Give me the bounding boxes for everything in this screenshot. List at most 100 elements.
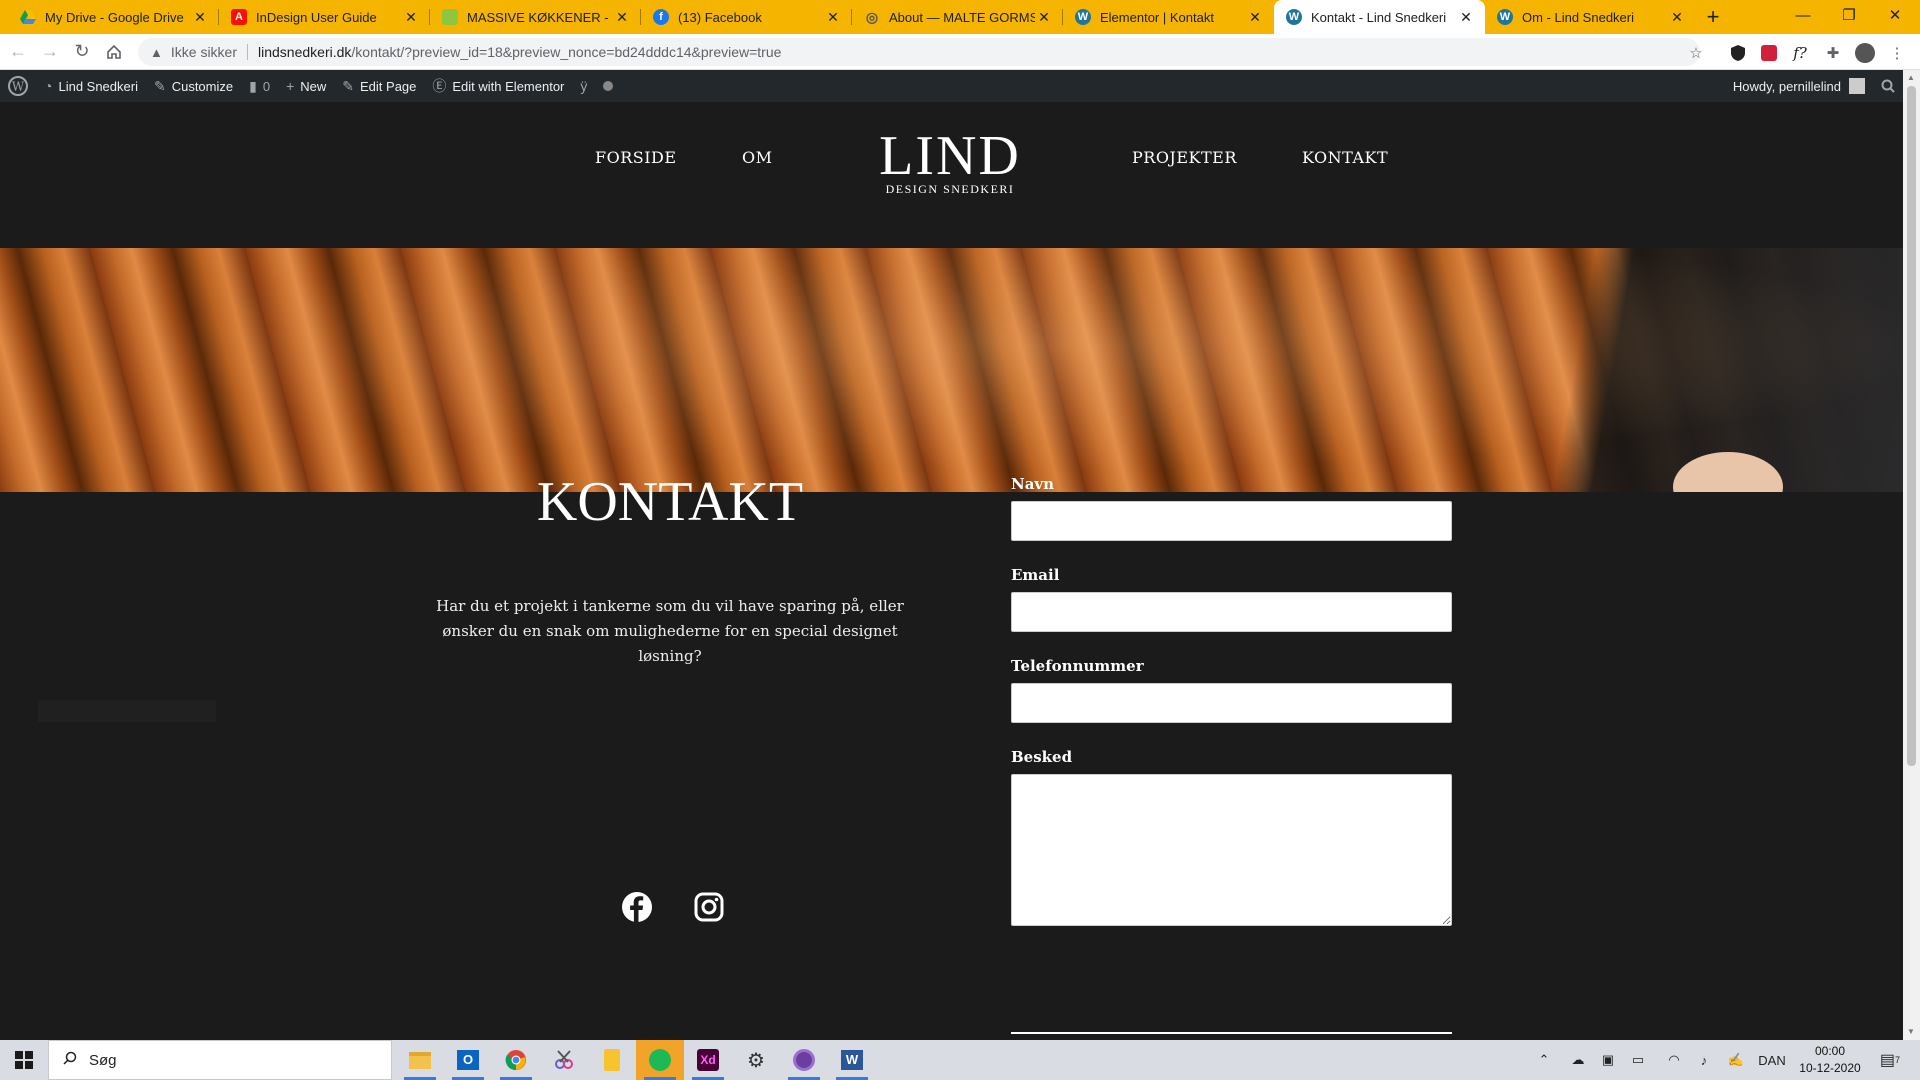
scrollbar-thumb[interactable]	[1907, 86, 1916, 766]
spotify-icon[interactable]	[636, 1040, 684, 1080]
site-logo[interactable]: LIND DESIGN SNEDKERI	[875, 128, 1025, 197]
extensions-puzzle-icon[interactable]: ✚	[1822, 42, 1844, 64]
tab-om-lind-snedkeri[interactable]: W Om - Lind Snedkeri ✕	[1485, 0, 1696, 34]
tab-kontakt-lind-snedkeri[interactable]: W Kontakt - Lind Snedkeri ✕	[1274, 0, 1485, 34]
close-tab-icon[interactable]: ✕	[402, 8, 420, 26]
battery-icon[interactable]: ▭	[1626, 1040, 1650, 1080]
tab-malte-gormsen[interactable]: ◎ About — MALTE GORMSEN ✕	[852, 0, 1063, 34]
yoast-icon[interactable]: ÿ	[572, 70, 595, 102]
onedrive-icon[interactable]: ☁	[1566, 1040, 1590, 1080]
clock-date: 10-12-2020	[1799, 1061, 1861, 1075]
elementor-icon: Ⓔ	[432, 78, 447, 94]
tray-chevron-icon[interactable]: ⌃	[1532, 1040, 1556, 1080]
sticky-notes-icon[interactable]	[588, 1040, 636, 1080]
system-clock[interactable]: 00:00 10-12-2020	[1790, 1043, 1870, 1077]
message-field[interactable]	[1011, 774, 1452, 926]
taskbar-search-placeholder: Søg	[89, 1051, 117, 1069]
tab-title: Om - Lind Snedkeri	[1522, 9, 1634, 25]
close-window-icon[interactable]: ✕	[1872, 0, 1918, 30]
display-icon[interactable]: ▣	[1596, 1040, 1620, 1080]
search-icon	[63, 1051, 77, 1069]
profile-avatar[interactable]	[1854, 42, 1876, 64]
scroll-down-icon[interactable]: ▼	[1907, 1027, 1915, 1036]
forward-icon[interactable]: →	[36, 38, 64, 66]
tab-elementor-kontakt[interactable]: W Elementor | Kontakt ✕	[1063, 0, 1274, 34]
nav-om[interactable]: OM	[742, 148, 773, 167]
name-field[interactable]	[1011, 501, 1452, 541]
wp-customize[interactable]: ✎ Customize	[146, 70, 241, 102]
chrome-menu-icon[interactable]: ⋮	[1886, 42, 1908, 64]
tab-massive-kokkener[interactable]: MASSIVE KØKKENER - Søg ✕	[430, 0, 641, 34]
url-host: lindsnedkeri.dk	[258, 44, 352, 60]
notifications-icon[interactable]: ▤ 7	[1872, 1040, 1908, 1080]
tab-google-drive[interactable]: My Drive - Google Drive ✕	[8, 0, 219, 34]
settings-gear-icon[interactable]: ⚙	[732, 1040, 780, 1080]
snipping-tool-icon[interactable]	[540, 1040, 588, 1080]
purple-app-icon[interactable]	[780, 1040, 828, 1080]
close-tab-icon[interactable]: ✕	[1035, 8, 1053, 26]
globe-icon: ◎	[865, 8, 879, 25]
tab-facebook[interactable]: f (13) Facebook ✕	[641, 0, 852, 34]
address-bar[interactable]: ▲ Ikke sikker lindsnedkeri.dk/kontakt/?p…	[138, 38, 1700, 66]
word-icon[interactable]: W	[828, 1040, 876, 1080]
contact-form: Navn Email Telefonnummer Besked	[1011, 475, 1452, 926]
language-indicator[interactable]: DAN	[1752, 1040, 1792, 1080]
reload-icon[interactable]: ↻	[68, 38, 96, 66]
file-explorer-icon[interactable]	[396, 1040, 444, 1080]
wp-account[interactable]: Howdy, pernillelind	[1725, 70, 1873, 102]
phone-label: Telefonnummer	[1011, 657, 1144, 675]
red-extension-icon[interactable]	[1758, 42, 1780, 64]
wifi-icon[interactable]: ◠	[1662, 1040, 1686, 1080]
bookmark-star-icon[interactable]: ☆	[1685, 42, 1707, 64]
volume-icon[interactable]: ♪	[1692, 1040, 1716, 1080]
site-header: FORSIDE OM LIND DESIGN SNEDKERI PROJEKTE…	[0, 102, 1903, 248]
page-scrollbar[interactable]: ▲ ▼	[1903, 70, 1920, 1040]
wp-customize-label: Customize	[171, 78, 234, 94]
wp-site-name[interactable]: ◔ Lind Snedkeri	[36, 70, 146, 102]
warning-icon[interactable]: ▲	[150, 45, 163, 60]
font-extension-icon[interactable]: f?	[1789, 42, 1811, 64]
phone-field[interactable]	[1011, 683, 1452, 723]
wp-search-icon[interactable]	[1873, 70, 1903, 102]
wp-new[interactable]: + New	[278, 70, 334, 102]
chrome-icon[interactable]	[492, 1040, 540, 1080]
tab-indesign[interactable]: A InDesign User Guide ✕	[219, 0, 430, 34]
nav-kontakt[interactable]: KONTAKT	[1302, 148, 1388, 167]
wp-site-name-label: Lind Snedkeri	[58, 78, 138, 94]
minimize-icon[interactable]: —	[1780, 0, 1826, 30]
taskbar-search[interactable]: Søg	[48, 1040, 392, 1080]
name-label: Navn	[1011, 475, 1055, 493]
outlook-icon[interactable]: O	[444, 1040, 492, 1080]
close-tab-icon[interactable]: ✕	[191, 8, 209, 26]
close-tab-icon[interactable]: ✕	[1668, 8, 1686, 26]
windows-start-icon[interactable]	[0, 1040, 48, 1080]
close-tab-icon[interactable]: ✕	[613, 8, 631, 26]
home-icon[interactable]	[100, 38, 128, 66]
green-square-icon	[442, 9, 458, 25]
nav-projekter[interactable]: PROJEKTER	[1132, 148, 1237, 167]
facebook-icon[interactable]	[620, 890, 654, 924]
close-tab-icon[interactable]: ✕	[824, 8, 842, 26]
close-tab-icon[interactable]: ✕	[1457, 8, 1475, 26]
logo-main-text: LIND	[879, 125, 1021, 187]
restore-icon[interactable]: ❐	[1826, 0, 1872, 30]
email-field[interactable]	[1011, 592, 1452, 632]
wordpress-logo-icon[interactable]: W	[0, 70, 36, 102]
wp-edit-page[interactable]: ✎ Edit Page	[334, 70, 424, 102]
adobe-xd-icon[interactable]: Xd	[684, 1040, 732, 1080]
instagram-icon[interactable]	[692, 890, 726, 924]
shield-extension-icon[interactable]	[1727, 42, 1749, 64]
nav-forside[interactable]: FORSIDE	[595, 148, 677, 167]
pen-icon[interactable]: ✍	[1724, 1040, 1748, 1080]
facebook-icon: f	[653, 9, 669, 25]
wp-edit-elementor[interactable]: Ⓔ Edit with Elementor	[424, 70, 572, 102]
browser-tab-strip: My Drive - Google Drive ✕ A InDesign Use…	[0, 0, 1920, 34]
new-tab-button[interactable]: +	[1696, 0, 1730, 34]
close-tab-icon[interactable]: ✕	[1246, 8, 1264, 26]
security-label[interactable]: Ikke sikker	[171, 44, 237, 60]
google-drive-icon	[20, 9, 36, 25]
back-icon[interactable]: ←	[4, 38, 32, 66]
tab-title: MASSIVE KØKKENER - Søg	[467, 9, 613, 25]
scroll-up-icon[interactable]: ▲	[1907, 73, 1915, 82]
wp-comments[interactable]: ▮ 0	[241, 70, 278, 102]
